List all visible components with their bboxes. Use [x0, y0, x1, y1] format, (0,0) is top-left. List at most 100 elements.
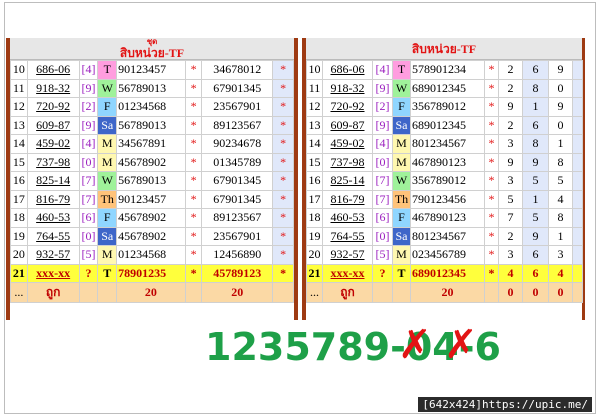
left-table-row: 14 459-02 [4] M 34567891 * 90234678 * — [10, 134, 294, 154]
right-table-row: 14 459-02 [4] M 801234567 * 3 8 1 — [306, 134, 583, 154]
right-table-row: 11 918-32 [9] W 689012345 * 2 8 0 — [306, 78, 583, 98]
row-pair-link[interactable]: 825-14 — [322, 171, 373, 191]
row-pair-link[interactable]: 737-98 — [26, 152, 80, 172]
row-pair-link[interactable]: 764-55 — [26, 226, 80, 246]
row-pair-link[interactable]: 737-98 — [322, 152, 373, 172]
row-code: [0] — [78, 152, 99, 172]
row-value-b: 5 — [522, 208, 549, 228]
row-star-2: * — [272, 171, 294, 191]
row-digits: 56789013 — [116, 78, 186, 98]
row-pair-link[interactable]: 720-92 — [26, 97, 80, 117]
row-pair-link[interactable]: 720-92 — [322, 97, 373, 117]
row-star: * — [184, 245, 203, 265]
row-digits: 689012345 — [410, 78, 485, 98]
sum-code: ? — [372, 263, 393, 283]
right-sum-row: 21 xxx-xx? T 689012345 * 4 6 4 — [306, 263, 583, 283]
row-code: [4] — [372, 134, 393, 154]
row-pair-link[interactable]: 932-57 — [26, 245, 80, 265]
row-pair-link[interactable]: 918-32 — [322, 78, 373, 98]
left-table-row: 12 720-92 [2] F 01234568 * 23567901 * — [10, 97, 294, 117]
row-day-badge: W — [392, 78, 411, 98]
row-star: * — [484, 171, 499, 191]
sum-pair-link[interactable]: xxx-xx — [322, 263, 373, 283]
right-table-row: 18 460-53 [6] F 467890123 * 7 5 8 — [306, 208, 583, 228]
row-pair-link[interactable]: 686-06 — [26, 60, 80, 80]
row-day-badge: Sa — [97, 226, 118, 246]
cross-mark-2: ✗ — [444, 322, 478, 368]
row-number: 12 — [10, 97, 28, 117]
count-blank — [184, 282, 203, 303]
count-blank — [372, 282, 393, 303]
row-code: [7] — [78, 189, 99, 209]
row-pair-link[interactable]: 816-79 — [26, 189, 80, 209]
sum-star: * — [484, 263, 499, 283]
row-blank — [572, 97, 583, 117]
row-number: 11 — [306, 78, 323, 98]
row-pair-link[interactable]: 609-87 — [26, 115, 80, 135]
right-table-row: 19 764-55 [0] Sa 801234567 * 2 9 1 — [306, 226, 583, 246]
row-pair-link[interactable]: 918-32 — [26, 78, 80, 98]
sum-pair-link[interactable]: xxx-xx — [26, 263, 80, 283]
row-value-c: 9 — [548, 60, 573, 80]
count-blank — [392, 282, 411, 303]
row-number: 20 — [10, 245, 28, 265]
row-code: [9] — [78, 115, 99, 135]
right-table-row: 20 932-57 [5] M 023456789 * 3 6 3 — [306, 245, 583, 265]
row-value-b: 8 — [522, 134, 549, 154]
row-set: 67901345 — [201, 78, 274, 98]
right-panel-title: สิบหน่วย-TF — [306, 38, 582, 60]
row-pair-link[interactable]: 686-06 — [322, 60, 373, 80]
sum-day-badge: T — [392, 263, 411, 283]
row-number: 15 — [10, 152, 28, 172]
row-star-2: * — [272, 60, 294, 80]
left-count-row: ... ถูก 20 20 — [10, 282, 294, 303]
count-value-2: 20 — [201, 282, 274, 303]
row-pair-link[interactable]: 816-79 — [322, 189, 373, 209]
row-pair-link[interactable]: 609-87 — [322, 115, 373, 135]
row-pair-link[interactable]: 460-53 — [322, 208, 373, 228]
row-digits: 90123457 — [116, 60, 186, 80]
row-blank — [572, 78, 583, 98]
row-pair-link[interactable]: 825-14 — [26, 171, 80, 191]
left-title-text: สิบหน่วย-TF — [119, 46, 185, 60]
row-number: 18 — [10, 208, 28, 228]
right-table-row: 15 737-98 [0] M 467890123 * 9 9 8 — [306, 152, 583, 172]
row-pair-link[interactable]: 932-57 — [322, 245, 373, 265]
row-value-c: 1 — [548, 226, 573, 246]
row-day-badge: M — [97, 134, 118, 154]
row-pair-link[interactable]: 459-02 — [322, 134, 373, 154]
row-pair-link[interactable]: 460-53 — [26, 208, 80, 228]
row-digits: 01234568 — [116, 245, 186, 265]
row-digits: 356789012 — [410, 171, 485, 191]
row-value-b: 1 — [522, 189, 549, 209]
row-value-c: 3 — [548, 245, 573, 265]
left-table: 10 686-06 [4] T 90123457 * 34678012 * 11 918-32 [9… — [10, 60, 294, 303]
row-pair-link[interactable]: 764-55 — [322, 226, 373, 246]
right-table-row: 12 720-92 [2] F 356789012 * 9 1 9 — [306, 97, 583, 117]
left-table-row: 20 932-57 [5] M 01234568 * 12456890 * — [10, 245, 294, 265]
row-value-c: 0 — [548, 115, 573, 135]
row-code: [0] — [78, 226, 99, 246]
row-number: 20 — [306, 245, 323, 265]
row-star-2: * — [272, 97, 294, 117]
row-star: * — [184, 189, 203, 209]
row-value-b: 6 — [522, 245, 549, 265]
row-pair-link[interactable]: 459-02 — [26, 134, 80, 154]
row-star-2: * — [272, 208, 294, 228]
sum-star-2: * — [272, 263, 294, 283]
count-blank — [78, 282, 99, 303]
row-code: [9] — [372, 115, 393, 135]
row-star: * — [484, 97, 499, 117]
row-day-badge: M — [392, 152, 411, 172]
row-number: 13 — [10, 115, 28, 135]
row-star: * — [484, 245, 499, 265]
row-set: 01345789 — [201, 152, 274, 172]
row-number: 18 — [306, 208, 323, 228]
row-number: 16 — [306, 171, 323, 191]
row-code: [2] — [78, 97, 99, 117]
sum-number: 21 — [10, 263, 28, 283]
row-blank — [572, 171, 583, 191]
row-star: * — [184, 152, 203, 172]
left-table-row: 15 737-98 [0] M 45678902 * 01345789 * — [10, 152, 294, 172]
row-star-2: * — [272, 189, 294, 209]
